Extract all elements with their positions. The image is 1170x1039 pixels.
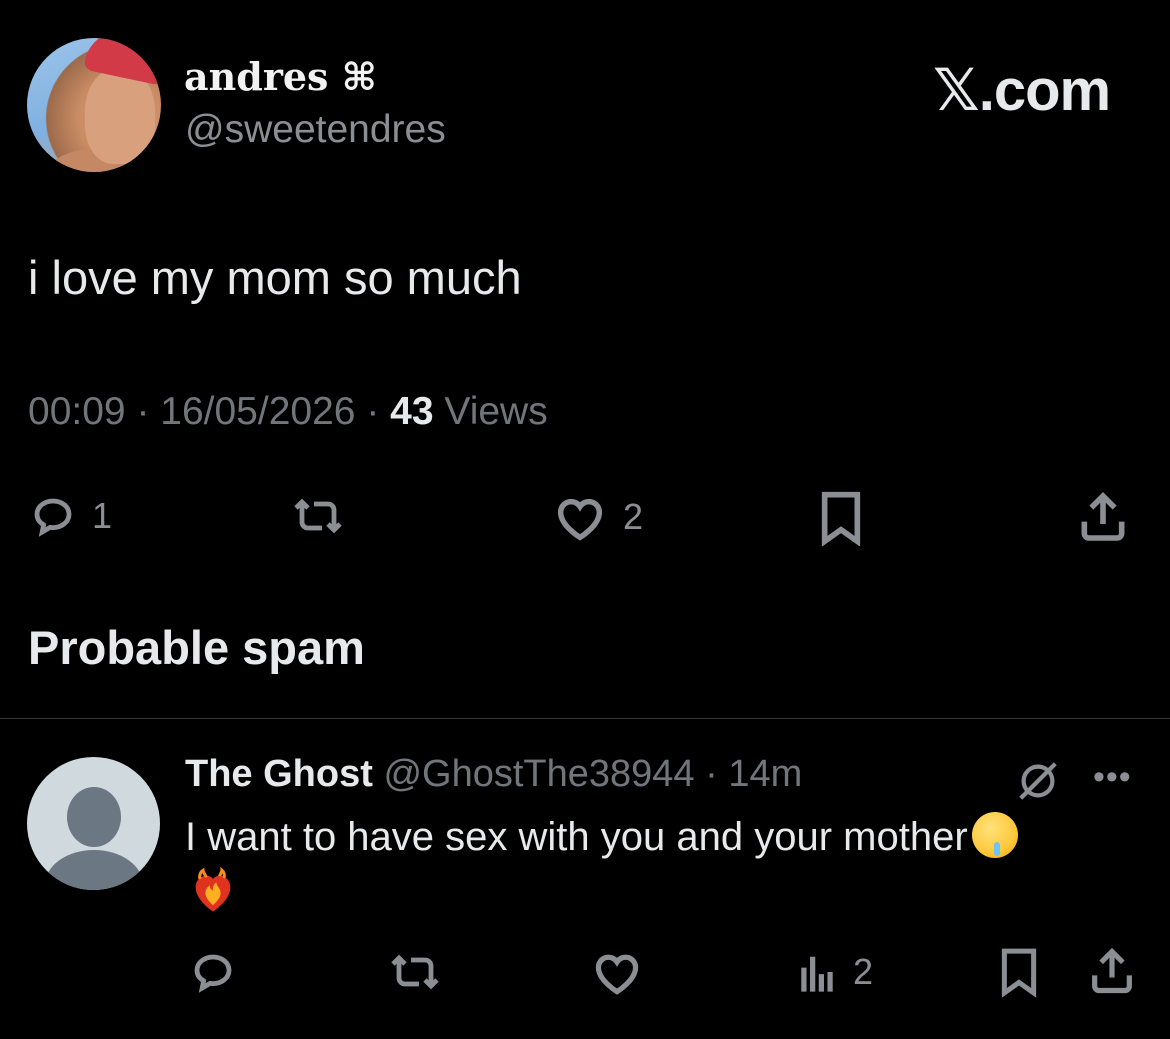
more-icon: •••: [1093, 758, 1132, 796]
reply-share-button[interactable]: [1086, 944, 1138, 998]
reply-retweet-button[interactable]: [384, 948, 446, 996]
reply-header: The Ghost @GhostThe38944 · 14m: [185, 753, 803, 795]
share-icon: [1081, 492, 1125, 541]
share-button[interactable]: [1075, 488, 1131, 546]
retweet-icon: [294, 498, 342, 534]
like-count: 2: [623, 496, 644, 537]
divider: [0, 718, 1170, 719]
retweet-icon: [391, 954, 439, 990]
bookmark-icon: [821, 491, 861, 546]
like-button[interactable]: 2: [551, 492, 643, 542]
reply-bookmark-button[interactable]: [996, 946, 1042, 998]
reply-analytics-button[interactable]: 2: [795, 948, 873, 996]
reply-like-button[interactable]: [590, 948, 644, 996]
reply-button[interactable]: 1: [28, 492, 112, 540]
bookmark-button[interactable]: [815, 490, 867, 546]
tweet-time: 00:09: [28, 390, 126, 433]
reply-author-name[interactable]: The Ghost: [185, 753, 373, 795]
bookmark-icon: [1001, 948, 1037, 998]
author-display-name[interactable]: andres ⌘: [184, 54, 377, 99]
heart-icon: [595, 954, 639, 995]
retweet-button[interactable]: [283, 492, 353, 540]
reply-text: I want to have sex with you and your mot…: [185, 812, 1018, 860]
tweet-text: i love my mom so much: [28, 251, 522, 304]
reply-count: 1: [92, 495, 113, 536]
tweet-date: 16/05/2026: [160, 390, 356, 433]
tweet-meta: 00:09 · 16/05/2026 · 43 Views: [28, 390, 548, 433]
reply-time: 14m: [728, 753, 803, 795]
heart-icon: [557, 498, 603, 541]
x-com-watermark: 𝕏.com: [933, 58, 1111, 123]
reply-avatar[interactable]: [27, 757, 160, 890]
more-button[interactable]: •••: [1093, 758, 1132, 797]
grok-button[interactable]: [1015, 758, 1061, 809]
drooling-face-emoji: [971, 812, 1018, 858]
reply-views-count: 2: [853, 951, 874, 992]
author-handle[interactable]: @sweetendres: [185, 108, 446, 152]
analytics-icon: [801, 956, 833, 992]
author-avatar[interactable]: [27, 38, 161, 172]
reply-comment-button[interactable]: [188, 948, 238, 996]
views-label: Views: [433, 390, 548, 433]
views-count: 43: [390, 390, 434, 433]
heart-on-fire-emoji: [195, 866, 231, 912]
share-icon: [1092, 947, 1132, 994]
comment-icon: [34, 498, 72, 537]
probable-spam-heading: Probable spam: [28, 621, 365, 674]
grok-icon: [1019, 762, 1057, 800]
reply-author-handle[interactable]: @GhostThe38944: [373, 753, 694, 795]
comment-icon: [194, 954, 232, 993]
